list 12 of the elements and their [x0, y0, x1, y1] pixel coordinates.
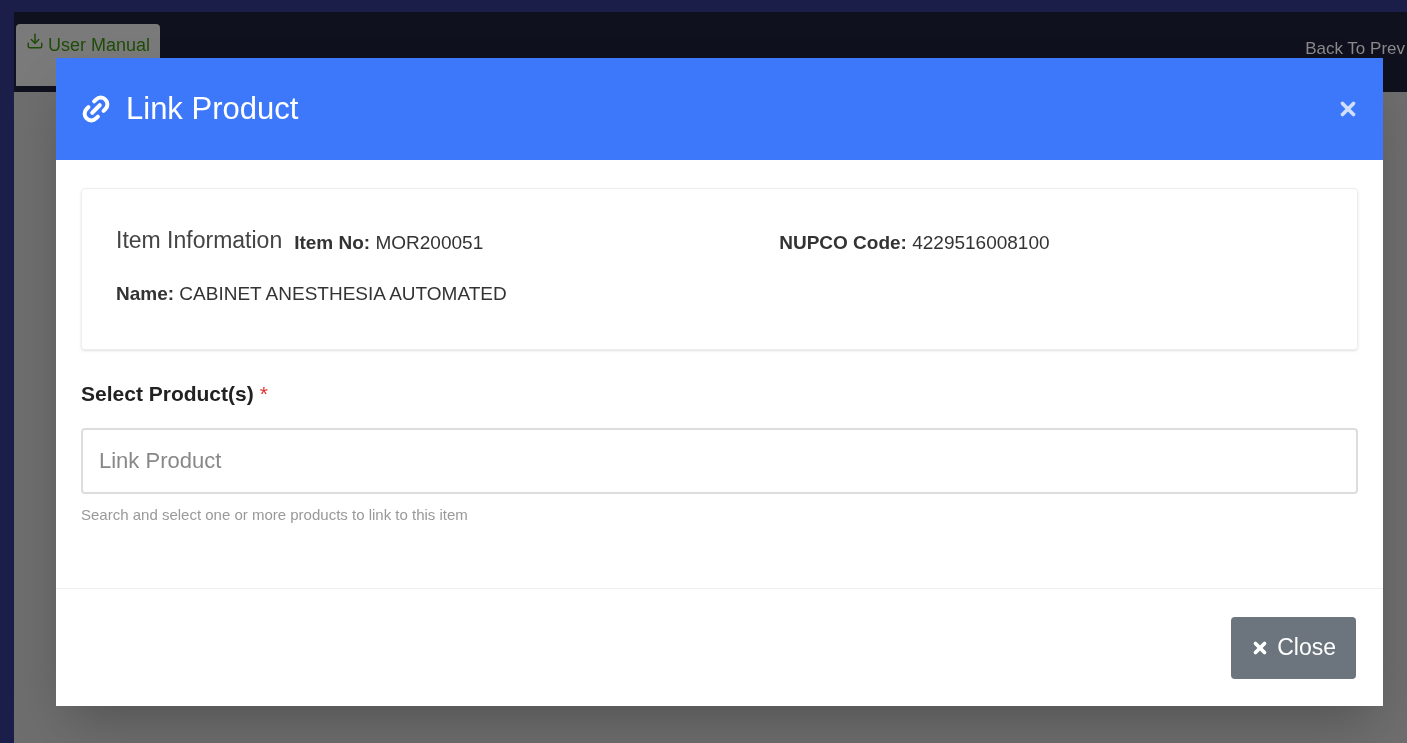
link-product-field[interactable]: Link Product — [81, 427, 1358, 494]
info-field: NUPCO Code: 4229516008100 — [779, 229, 1050, 258]
close-button[interactable]: Close — [1231, 616, 1356, 679]
select-label: Select Product(s) — [81, 381, 254, 407]
help-text: Search and select one or more products to link to this item — [81, 504, 469, 525]
download-icon — [26, 32, 44, 50]
info-field: Item No: MOR200051 — [294, 232, 484, 253]
back-link[interactable]: Back To Prev — [1305, 36, 1405, 62]
modal-title: Link Product — [126, 89, 299, 128]
info-field: Name: CABINET ANESTHESIA AUTOMATED — [116, 282, 507, 304]
item-info-heading: Item Information — [116, 226, 283, 255]
required-mark: * — [259, 381, 268, 407]
